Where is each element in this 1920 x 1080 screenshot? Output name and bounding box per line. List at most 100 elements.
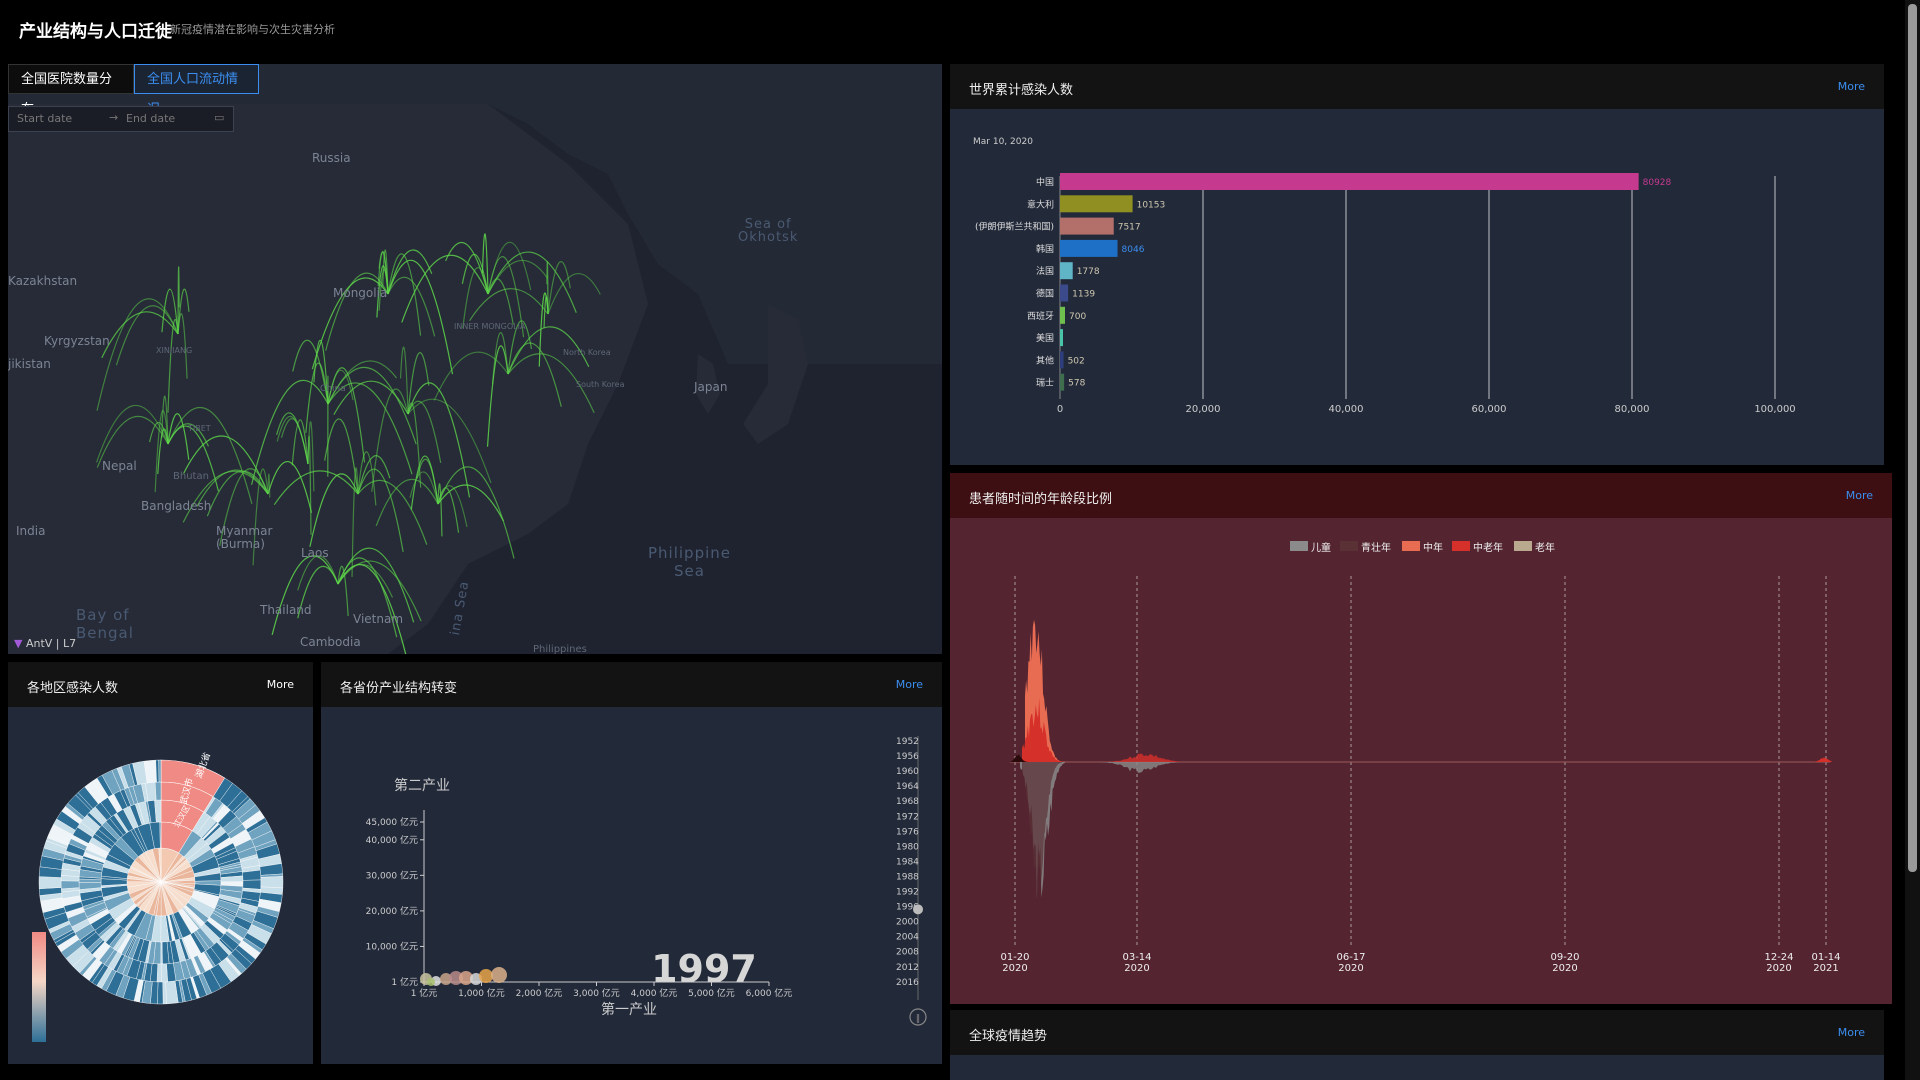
x-tick-label: 100,000 — [1754, 404, 1795, 415]
y-tick-label: 45,000 亿元 — [366, 816, 418, 828]
map-label-china: China — [320, 384, 346, 394]
antv-logo: ▼ AntV | L7 — [14, 637, 76, 650]
world-bar-chart[interactable]: 0 20,000 40,000 60,000 80,000 100,000 中国 80928 意… — [950, 64, 1884, 465]
y-tick-label: 1 亿元 — [391, 976, 418, 988]
map-label-north-korea: North Korea — [563, 348, 611, 357]
stream-area-middle-elder[interactable] — [1810, 757, 1832, 763]
y-category-label: 中国 — [1036, 176, 1054, 188]
sunburst-segment[interactable] — [158, 759, 162, 783]
age-ratio-panel: 患者随时间的年龄段比例 More 儿童 青壮年 中年 中老年 老年 01-20 2… — [950, 473, 1892, 1004]
y-tick-label: 40,000 亿元 — [366, 834, 418, 846]
more-link[interactable]: More — [1838, 1026, 1865, 1039]
timeline-year-label[interactable]: 1968 — [896, 797, 919, 807]
x-tick-label: 0 — [1057, 404, 1063, 415]
timeline-year-label[interactable]: 1988 — [896, 872, 919, 882]
bar[interactable] — [1060, 284, 1069, 302]
page-scrollbar[interactable] — [1905, 0, 1920, 1080]
tab-population-migration[interactable]: 全国人口流动情况 — [134, 64, 259, 117]
timeline-year-label[interactable]: 1952 — [896, 737, 919, 747]
map-label-kyrgyzstan: Kyrgyzstan — [44, 334, 110, 348]
y-category-label: 韩国 — [1036, 243, 1054, 255]
sunburst-segment[interactable] — [242, 879, 262, 890]
timeline-year-label[interactable]: 2008 — [896, 948, 919, 958]
y-tick-label: 30,000 亿元 — [366, 869, 418, 881]
timeline-year-label[interactable]: 2016 — [896, 978, 919, 988]
stream-area-child[interactable] — [1100, 762, 1180, 773]
map-background[interactable] — [8, 64, 942, 654]
calendar-icon[interactable]: ▭ — [214, 111, 224, 124]
x-tick-label: 5,000 亿元 — [688, 987, 735, 999]
timeline-year-label[interactable]: 1992 — [896, 888, 919, 898]
timeline-year-label[interactable]: 2000 — [896, 918, 919, 928]
map-label-laos: Laos — [301, 546, 329, 560]
timeline-handle[interactable] — [913, 904, 923, 915]
industry-scatter-chart[interactable]: 第二产业 第一产业 1997 1 亿元 10,000 亿元 20,000 亿元 30,… — [321, 662, 942, 1064]
map-label-bhutan: Bhutan — [173, 471, 209, 482]
sunburst-segment[interactable] — [260, 876, 284, 889]
timeline-year-label[interactable]: 1972 — [896, 812, 919, 822]
stream-area-middle-elder[interactable] — [1100, 753, 1180, 762]
pause-icon[interactable]: ‖ — [916, 1014, 921, 1024]
bar-value-label: 700 — [1069, 312, 1086, 322]
timeline-year-label[interactable]: 1964 — [896, 782, 919, 792]
timeline-year-label[interactable]: 2012 — [896, 963, 919, 973]
scatter-points[interactable] — [420, 967, 507, 986]
x-year-label: 2020 — [1552, 963, 1577, 974]
bar[interactable] — [1060, 239, 1118, 257]
timeline-year-label[interactable]: 1984 — [896, 857, 919, 867]
year-timeline[interactable]: 1952 1956 1960 1964 1968 1972 1976 1980 1984 1988… — [896, 736, 927, 1026]
sunburst-segment[interactable] — [160, 941, 163, 965]
age-stream-chart[interactable]: 01-20202003-14202006-17202009-20202012-2… — [950, 473, 1892, 1004]
map-label-tajikistan: jikistan — [8, 357, 51, 371]
y-category-label: 西班牙 — [1027, 310, 1054, 322]
bar[interactable] — [1060, 217, 1114, 235]
timeline-year-label[interactable]: 2004 — [896, 933, 919, 943]
x-date-label: 03-14 — [1122, 952, 1151, 963]
end-date-input[interactable]: End date — [126, 112, 175, 125]
x-tick-label: 40,000 — [1329, 404, 1364, 415]
x-tick-label: 60,000 — [1472, 404, 1507, 415]
map-label-sea-of-okhotsk: Sea of Okhotsk — [738, 217, 799, 245]
map-label-vietnam: Vietnam — [353, 612, 404, 626]
bar[interactable] — [1060, 329, 1063, 347]
sunburst-segment[interactable] — [157, 981, 164, 1005]
bar[interactable] — [1060, 262, 1073, 280]
y-axis-title: 第二产业 — [394, 777, 450, 794]
region-sunburst-chart[interactable]: 湖北省 武汉市 江汉区 — [8, 662, 313, 1064]
header-bar: 产业结构与人口迁徙 新冠疫情潜在影响与次生灾害分析 — [0, 0, 1905, 60]
map-label-india: India — [16, 524, 46, 538]
province-bubble[interactable] — [479, 969, 493, 983]
migration-map-panel[interactable]: 全国医院数量分布 全国人口流动情况 Start date → End date … — [8, 64, 942, 654]
x-tick-label: 3,000 亿元 — [573, 987, 620, 999]
start-date-input[interactable]: Start date — [17, 112, 72, 125]
sunburst-segment[interactable] — [161, 963, 168, 983]
bar[interactable] — [1060, 173, 1639, 190]
map-label-thailand: Thailand — [260, 603, 312, 617]
sunburst-segment[interactable] — [38, 876, 62, 889]
y-category-label: 法国 — [1036, 265, 1054, 277]
bar-value-label: 10153 — [1137, 200, 1166, 210]
timeline-year-label[interactable]: 1980 — [896, 842, 919, 852]
bar[interactable] — [1060, 306, 1066, 324]
x-date-label: 01-20 — [1000, 952, 1029, 963]
date-range-picker[interactable]: Start date → End date ▭ — [8, 106, 234, 132]
timeline-year-label[interactable]: 1976 — [896, 827, 919, 837]
sunburst-segment[interactable] — [60, 880, 80, 890]
bar[interactable] — [1060, 351, 1064, 369]
sunburst-rings[interactable] — [38, 759, 284, 1005]
timeline-year-label[interactable]: 1956 — [896, 752, 919, 762]
x-year-label: 2020 — [1124, 963, 1149, 974]
map-label-south-korea: South Korea — [576, 380, 625, 389]
scrollbar-thumb[interactable] — [1908, 4, 1917, 872]
sunburst-segment[interactable] — [154, 781, 162, 801]
province-bubble[interactable] — [427, 978, 435, 986]
province-bubble[interactable] — [491, 967, 507, 983]
bar[interactable] — [1060, 195, 1133, 213]
y-category-label: 意大利 — [1027, 198, 1054, 210]
bar-value-label: 502 — [1068, 356, 1085, 366]
map-label-kazakhstan: Kazakhstan — [8, 274, 78, 288]
bar[interactable] — [1060, 373, 1065, 391]
timeline-year-label[interactable]: 1960 — [896, 767, 919, 777]
tab-hospital-distribution[interactable]: 全国医院数量分布 — [8, 64, 134, 117]
x-year-label: 2020 — [1002, 963, 1027, 974]
